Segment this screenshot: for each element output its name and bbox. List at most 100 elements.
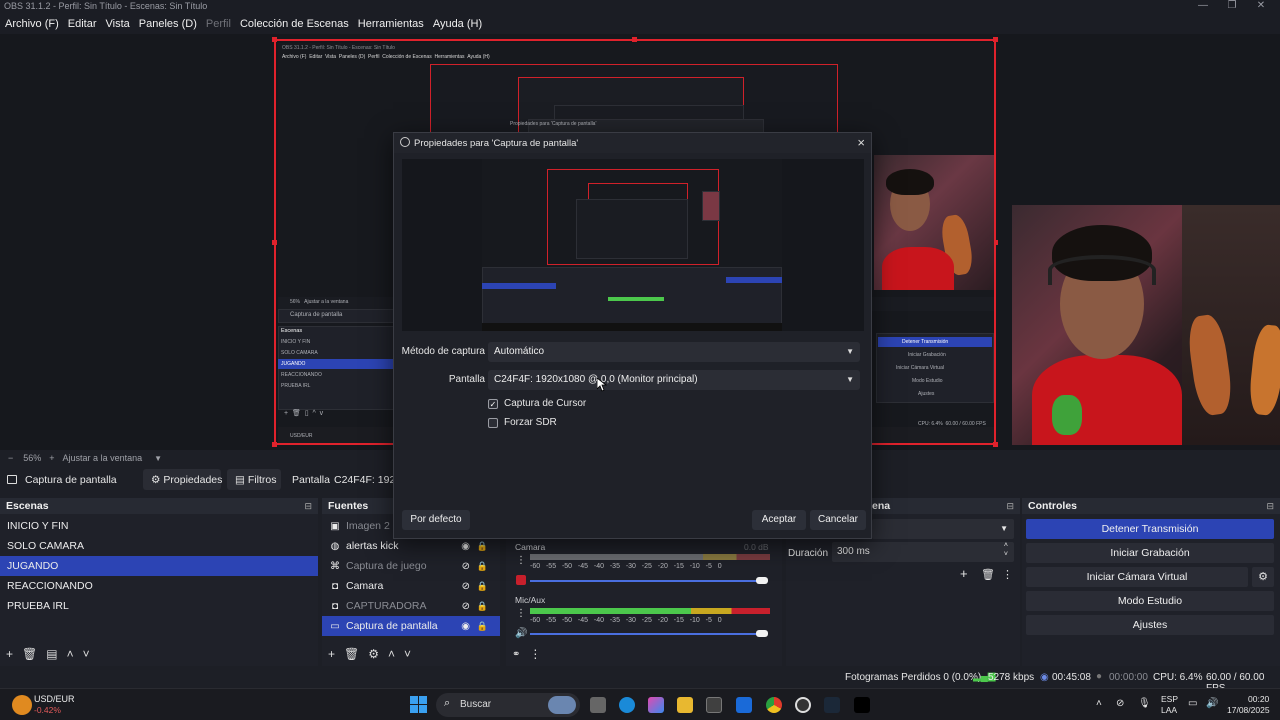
trash-icon[interactable]: 🗑 [344, 647, 359, 661]
ticker-name[interactable]: USD/EUR [34, 694, 75, 704]
source-item[interactable]: ◍ alertas kick ◉ 🔒 [322, 536, 500, 556]
lock-icon[interactable]: 🔒 [477, 621, 488, 632]
terminal-icon[interactable] [854, 697, 870, 713]
settings-button[interactable]: Ajustes [1026, 615, 1274, 635]
chevron-up-icon[interactable]: ˄ [1096, 698, 1102, 709]
scene-item[interactable]: PRUEBA IRL [0, 596, 318, 616]
stock-icon[interactable] [12, 695, 32, 715]
checkbox-unchecked-icon[interactable] [488, 417, 498, 428]
transition-select[interactable]: ▼ [872, 519, 1014, 539]
zoom-in-icon[interactable]: + [49, 453, 54, 463]
dock-menu-icon[interactable]: ⊟ [1266, 498, 1274, 514]
microphone-icon[interactable]: 🎙 [1138, 698, 1151, 709]
volume-slider[interactable] [530, 633, 766, 635]
edge-icon[interactable] [619, 697, 635, 713]
dock-menu-icon[interactable]: ⊟ [304, 498, 312, 514]
menu-paneles[interactable]: Paneles (D) [139, 18, 197, 30]
chevron-up-icon[interactable]: ˄ [67, 647, 74, 661]
zoom-out-icon[interactable]: − [8, 453, 13, 463]
chevron-down-icon[interactable]: ˅ [83, 647, 90, 661]
kebab-icon[interactable]: ⋮ [516, 555, 526, 566]
zoom-fit[interactable]: Ajustar a la ventana [63, 453, 143, 463]
studio-mode-button[interactable]: Modo Estudio [1026, 591, 1274, 611]
volume-slider[interactable] [530, 580, 766, 582]
scene-item[interactable]: SOLO CAMARA [0, 536, 318, 556]
menu-perfil[interactable]: Perfil [206, 18, 231, 30]
search-box[interactable]: ⌕ Buscar [436, 693, 580, 717]
lock-icon[interactable]: 🔒 [477, 541, 488, 552]
chevron-down-icon[interactable]: ˅ [1004, 551, 1008, 558]
resize-handle[interactable] [272, 240, 277, 245]
outlook-icon[interactable] [736, 697, 752, 713]
network-off-icon[interactable]: ⊘ [1116, 698, 1124, 709]
filter-icon[interactable]: ▤ [46, 647, 57, 661]
chevron-down-icon[interactable]: ▼ [154, 454, 162, 463]
add-icon[interactable]: + [328, 647, 335, 661]
file-explorer-icon[interactable] [677, 697, 693, 713]
capture-cursor-checkbox[interactable]: ✓ Captura de Cursor [488, 398, 586, 409]
menu-ayuda[interactable]: Ayuda (H) [433, 18, 482, 30]
source-item[interactable]: ◘ Camara ⊘ 🔒 [322, 576, 500, 596]
store-icon[interactable] [706, 697, 722, 713]
scene-item[interactable]: INICIO Y FIN [0, 516, 318, 536]
display-select[interactable]: C24F4F: 1920x1080 @ 0,0 (Monitor princip… [488, 370, 860, 390]
checkbox-checked-icon[interactable]: ✓ [488, 398, 498, 409]
windows-start-icon[interactable] [410, 696, 427, 713]
stop-streaming-button[interactable]: Detener Transmisión [1026, 519, 1274, 539]
cancel-button[interactable]: Cancelar [810, 510, 866, 530]
trash-icon[interactable]: 🗑 [981, 568, 995, 581]
close-icon[interactable]: ✕ [1244, 0, 1278, 11]
clock-time[interactable]: 00:20 [1248, 694, 1269, 704]
eye-off-icon[interactable]: ⊘ [462, 601, 470, 612]
volume-slider-knob[interactable] [756, 630, 768, 637]
resize-handle[interactable] [272, 442, 277, 447]
link-icon[interactable]: ⚭ [512, 649, 520, 660]
force-sdr-checkbox[interactable]: Forzar SDR [488, 417, 557, 428]
chevron-up-icon[interactable]: ˄ [1004, 542, 1008, 549]
mute-icon[interactable] [516, 575, 526, 585]
gear-icon[interactable]: ⚙ [1252, 567, 1274, 587]
source-item-selected[interactable]: ▭ Captura de pantalla ◉ 🔒 [322, 616, 500, 636]
speaker-icon[interactable]: 🔊 [515, 628, 527, 639]
accept-button[interactable]: Aceptar [752, 510, 806, 530]
start-recording-button[interactable]: Iniciar Grabación [1026, 543, 1274, 563]
scene-item-selected[interactable]: JUGANDO [0, 556, 318, 576]
lock-icon[interactable]: 🔒 [477, 601, 488, 612]
kebab-icon[interactable]: ⋮ [1002, 568, 1013, 581]
resize-handle[interactable] [272, 37, 277, 42]
filters-button[interactable]: ▤ Filtros [227, 469, 281, 490]
start-virtual-camera-button[interactable]: Iniciar Cámara Virtual [1026, 567, 1248, 587]
chevron-up-icon[interactable]: ˄ [388, 647, 395, 661]
volume-slider-knob[interactable] [756, 577, 768, 584]
eye-icon[interactable]: ◉ [461, 541, 470, 552]
task-view-icon[interactable] [590, 697, 606, 713]
duration-spinbox[interactable]: 300 ms ˄ ˅ [832, 542, 1014, 562]
language[interactable]: ESP [1161, 694, 1178, 704]
eye-off-icon[interactable]: ⊘ [462, 561, 470, 572]
copilot-icon[interactable] [648, 697, 664, 713]
menu-herramientas[interactable]: Herramientas [358, 18, 424, 30]
defaults-button[interactable]: Por defecto [402, 510, 470, 530]
source-item[interactable]: ⌘ Captura de juego ⊘ 🔒 [322, 556, 500, 576]
menu-coleccion[interactable]: Colección de Escenas [240, 18, 349, 30]
add-icon[interactable]: + [960, 566, 968, 581]
menu-archivo[interactable]: Archivo (F) [5, 18, 59, 30]
add-icon[interactable]: + [6, 647, 13, 661]
resize-handle[interactable] [993, 37, 998, 42]
kebab-icon[interactable]: ⋮ [516, 608, 526, 619]
chrome-icon[interactable] [766, 697, 782, 713]
properties-button[interactable]: ⚙ Propiedades [143, 469, 222, 490]
eye-icon[interactable]: ◉ [461, 621, 470, 632]
capture-method-select[interactable]: Automático ▼ [488, 342, 860, 362]
source-item[interactable]: ◘ CAPTURADORA ⊘ 🔒 [322, 596, 500, 616]
obs-icon[interactable] [795, 697, 811, 713]
resize-handle[interactable] [993, 442, 998, 447]
trash-icon[interactable]: 🗑 [22, 647, 37, 661]
lock-icon[interactable]: 🔒 [477, 581, 488, 592]
dock-menu-icon[interactable]: ⊟ [1006, 498, 1014, 514]
gear-icon[interactable]: ⚙ [368, 647, 379, 661]
menu-vista[interactable]: Vista [106, 18, 130, 30]
network-icon[interactable]: ▭ [1188, 698, 1197, 709]
close-icon[interactable]: × [857, 135, 865, 150]
eye-off-icon[interactable]: ⊘ [462, 581, 470, 592]
